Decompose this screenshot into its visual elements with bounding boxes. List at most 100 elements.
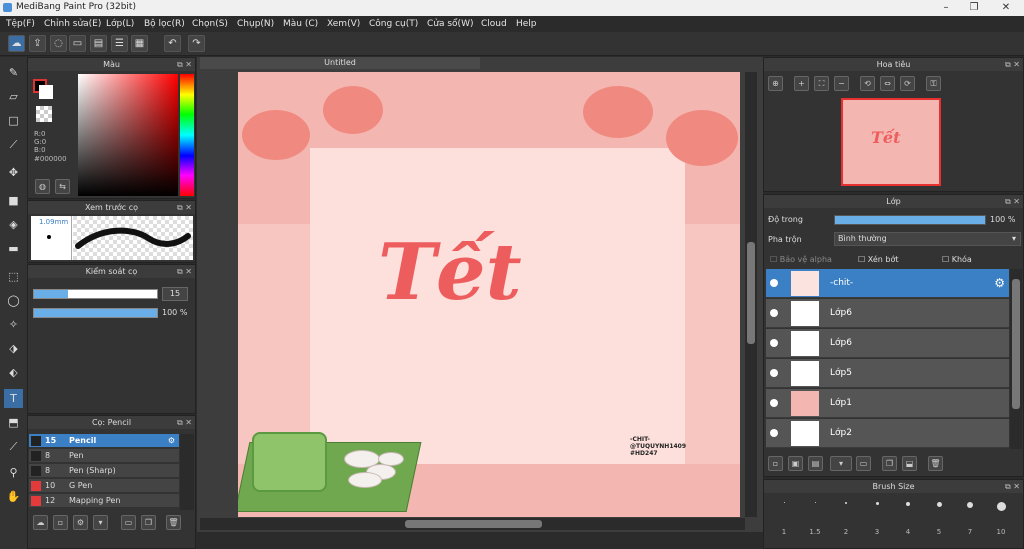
new-halftone-layer-icon[interactable]: ▣ [788, 456, 803, 471]
horizontal-scrollbar[interactable] [200, 518, 745, 530]
new-brush-icon[interactable]: ▫ [53, 515, 68, 530]
fill-rect-tool-icon[interactable]: ■ [4, 191, 23, 210]
grid-icon[interactable]: ▦ [131, 35, 148, 52]
panel-close-icon[interactable]: ⧉ ✕ [1005, 195, 1020, 208]
cloud-icon[interactable]: ☁ [8, 35, 25, 52]
visibility-eye-icon[interactable] [770, 339, 778, 347]
magic-wand-icon[interactable]: ✧ [4, 315, 23, 334]
visibility-eye-icon[interactable] [770, 429, 778, 437]
panel-close-icon[interactable]: ⧉ ✕ [1005, 58, 1020, 71]
hue-slider[interactable] [180, 74, 194, 196]
rotate-right-icon[interactable]: ⟳ [900, 76, 915, 91]
horizontal-scroll-thumb[interactable] [405, 520, 542, 528]
merge-layer-icon[interactable]: ⬓ [902, 456, 917, 471]
redo-icon[interactable]: ↷ [188, 35, 205, 52]
visibility-eye-icon[interactable] [770, 399, 778, 407]
brush-list-item[interactable]: 8 Pen (Sharp) [29, 464, 179, 478]
eyedropper-icon[interactable]: ⚲ [4, 463, 23, 482]
comment-icon[interactable]: ◌ [50, 35, 67, 52]
layer-row[interactable]: Lớp2 [766, 419, 1009, 448]
share-icon[interactable]: ⇪ [29, 35, 46, 52]
layer-row[interactable]: Lớp6 [766, 299, 1009, 328]
menu-filter[interactable]: Bộ lọc(R) [144, 19, 185, 29]
saturation-value-picker[interactable] [78, 74, 178, 196]
brush-size-option[interactable]: 10 [987, 490, 1015, 538]
artboard[interactable]: Tết -CHIT- @TUQUYNH1409 #HD247 [238, 72, 740, 517]
brush-list-item[interactable]: 15 Pencil ⚙ [29, 434, 179, 448]
lasso-icon[interactable]: ◯ [4, 291, 23, 310]
layer-scrollbar[interactable] [1010, 269, 1022, 449]
menu-edit[interactable]: Chỉnh sửa(E) [44, 19, 101, 29]
vertical-scrollbar[interactable] [745, 72, 757, 517]
new-layer-icon[interactable]: ▫ [768, 456, 783, 471]
brush-size-option[interactable]: 4 [894, 490, 922, 538]
vertical-scroll-thumb[interactable] [747, 242, 755, 344]
menu-view[interactable]: Xem(V) [327, 19, 360, 29]
menu-help[interactable]: Help [516, 19, 537, 29]
bucket-tool-icon[interactable]: ◈ [4, 215, 23, 234]
fit-screen-icon[interactable]: ⛶ [814, 76, 829, 91]
menu-file[interactable]: Tệp(F) [6, 19, 35, 29]
layer-row[interactable]: -chit- ⚙ [766, 269, 1009, 298]
background-color-swatch[interactable] [39, 85, 53, 99]
rectangle-tool-icon[interactable]: □ [4, 111, 23, 130]
brush-list-item[interactable]: 10 G Pen [29, 479, 179, 493]
copy-icon[interactable]: ❐ [141, 515, 156, 530]
undo-icon[interactable]: ↶ [164, 35, 181, 52]
menu-capture[interactable]: Chụp(N) [237, 19, 274, 29]
brush-opacity-slider[interactable] [33, 308, 158, 318]
panel-close-icon[interactable]: ⧉ ✕ [177, 58, 192, 71]
zoom-in-icon[interactable]: + [794, 76, 809, 91]
gradient-tool-icon[interactable]: ▬ [4, 239, 23, 258]
trash-icon[interactable]: 🗑 [166, 515, 181, 530]
select-pen-icon[interactable]: ⬗ [4, 339, 23, 358]
list-icon[interactable]: ☰ [111, 35, 128, 52]
hand-tool-icon[interactable]: ✋ [4, 487, 23, 506]
panel-close-icon[interactable]: ⧉ ✕ [177, 265, 192, 278]
gear-icon[interactable]: ⚙ [994, 276, 1005, 290]
move-tool-icon[interactable]: ✥ [4, 163, 23, 182]
chat-icon[interactable]: ▭ [69, 35, 86, 52]
brush-size-option[interactable]: 1.5 [801, 490, 829, 538]
menu-tools[interactable]: Công cụ(T) [369, 19, 418, 29]
lock-view-icon[interactable]: ⚿ [926, 76, 941, 91]
transparent-swatch[interactable] [36, 106, 52, 122]
brush-settings-icon[interactable]: ⚙ [73, 515, 88, 530]
brush-size-value[interactable]: 15 [162, 287, 188, 301]
page-icon[interactable]: ▤ [90, 35, 107, 52]
minimize-icon[interactable]: – [935, 1, 957, 14]
color-swap-icon[interactable]: ⇆ [55, 179, 70, 194]
flip-icon[interactable]: ⇔ [880, 76, 895, 91]
operation-tool-icon[interactable]: ⬒ [4, 413, 23, 432]
layer-row[interactable]: Lớp6 [766, 329, 1009, 358]
layer-type-dropdown-icon[interactable]: ▾ [830, 456, 852, 471]
cloud-brush-icon[interactable]: ☁ [33, 515, 48, 530]
zoom-out-icon[interactable]: − [834, 76, 849, 91]
blend-mode-select[interactable]: Bình thường ▾ [834, 232, 1021, 246]
visibility-eye-icon[interactable] [770, 369, 778, 377]
delete-layer-icon[interactable]: 🗑 [928, 456, 943, 471]
menu-cloud[interactable]: Cloud [481, 19, 507, 29]
layer-folder-icon[interactable]: ▭ [856, 456, 871, 471]
menu-window[interactable]: Cửa sổ(W) [427, 19, 473, 29]
close-icon[interactable]: ✕ [995, 1, 1017, 14]
brush-size-option[interactable]: 5 [925, 490, 953, 538]
brush-size-slider[interactable] [33, 289, 158, 299]
brush-list-item[interactable]: 8 Pen [29, 449, 179, 463]
brush-list-scrollbar[interactable] [180, 434, 194, 510]
layer-opacity-slider[interactable] [834, 215, 986, 225]
visibility-eye-icon[interactable] [770, 309, 778, 317]
panel-close-icon[interactable]: ⧉ ✕ [177, 201, 192, 214]
brush-size-option[interactable]: 3 [863, 490, 891, 538]
brush-tool-icon[interactable]: ✎ [4, 63, 23, 82]
lock-checkbox[interactable]: ☐ Khóa [942, 255, 972, 264]
rotate-left-icon[interactable]: ⟲ [860, 76, 875, 91]
document-tab[interactable]: Untitled [200, 57, 480, 69]
panel-close-icon[interactable]: ⧉ ✕ [177, 416, 192, 429]
folder-icon[interactable]: ▭ [121, 515, 136, 530]
dropper-tool-icon[interactable]: ⟋ [4, 437, 23, 456]
brush-list-item[interactable]: 12 Mapping Pen [29, 494, 179, 508]
visibility-eye-icon[interactable] [770, 279, 778, 287]
duplicate-layer-icon[interactable]: ❐ [882, 456, 897, 471]
select-rect-icon[interactable]: ⬚ [4, 267, 23, 286]
